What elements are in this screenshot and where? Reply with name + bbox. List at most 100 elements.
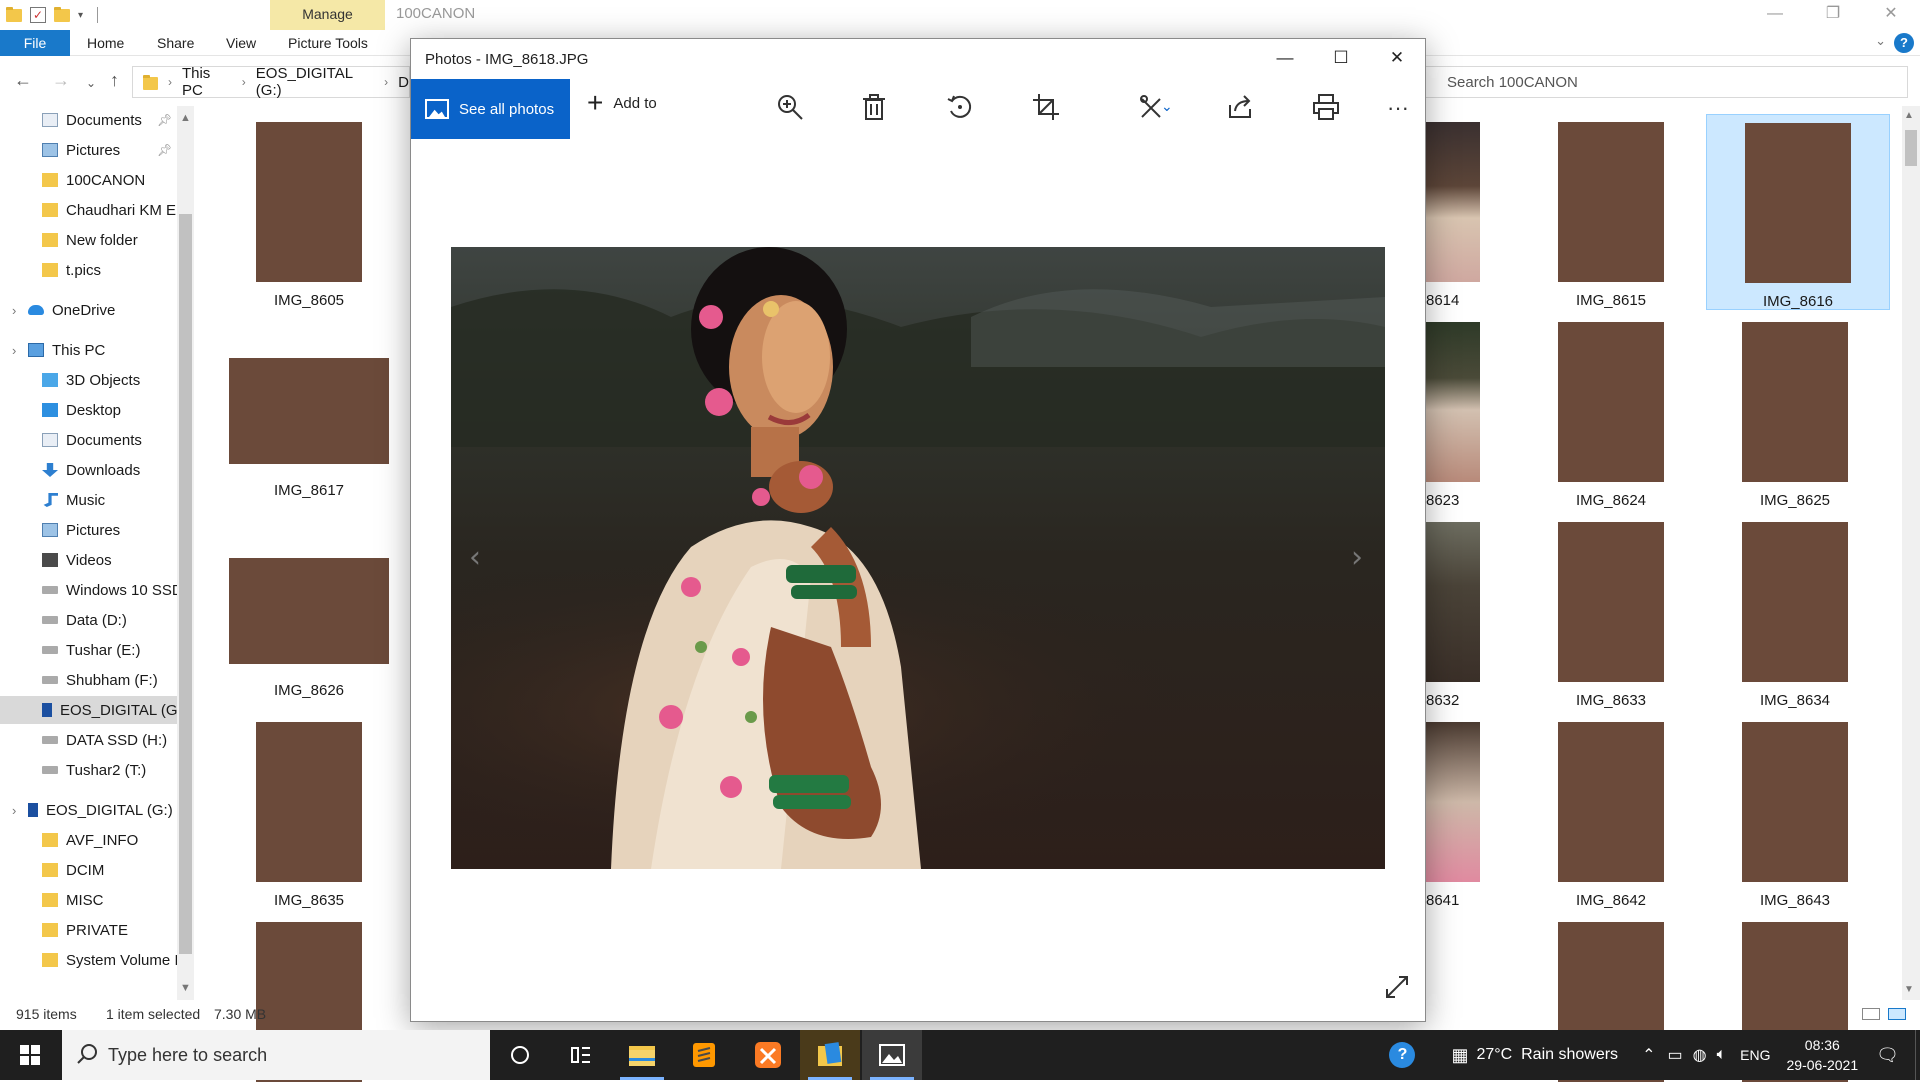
sidebar-item[interactable]: System Volume I — [0, 946, 178, 974]
customize-toolbar-icon[interactable]: ▾ — [78, 10, 83, 21]
file-explorer-active-icon[interactable] — [800, 1030, 860, 1080]
scroll-down-icon[interactable]: ▼ — [180, 982, 191, 994]
file-explorer-taskbar-icon[interactable] — [612, 1030, 672, 1080]
taskbar-search-input[interactable]: Type here to search — [62, 1030, 490, 1080]
sidebar-item[interactable]: Pictures — [0, 516, 178, 544]
help-tray-icon[interactable]: ? — [1389, 1042, 1416, 1068]
sidebar-item[interactable]: Documents 📌︎ — [0, 106, 178, 134]
task-view-icon[interactable] — [550, 1030, 610, 1080]
battery-icon[interactable]: ▭ — [1667, 1045, 1682, 1065]
zoom-icon[interactable] — [775, 93, 805, 123]
file-item[interactable]: IMG_8625 — [1710, 322, 1880, 509]
scroll-down-icon[interactable]: ▼ — [1904, 984, 1914, 995]
print-icon[interactable] — [1311, 93, 1341, 123]
sidebar-item[interactable]: Documents — [0, 426, 178, 454]
more-options-icon[interactable]: ··· — [1383, 93, 1413, 123]
show-hidden-icons-icon[interactable]: ⌃ — [1642, 1045, 1655, 1065]
sidebar-item[interactable]: t.pics — [0, 256, 178, 284]
chevron-right-icon[interactable]: › — [12, 803, 16, 818]
chevron-right-icon[interactable]: › — [12, 303, 16, 318]
start-button[interactable] — [0, 1030, 60, 1080]
sidebar-item[interactable]: Shubham (F:) — [0, 666, 178, 694]
rotate-icon[interactable] — [945, 93, 975, 123]
file-list-scrollbar[interactable] — [1902, 106, 1920, 1000]
share-icon[interactable] — [1225, 93, 1255, 123]
sidebar-item[interactable]: › This PC — [0, 336, 178, 364]
sidebar-item[interactable]: Tushar (E:) — [0, 636, 178, 664]
file-item[interactable]: IMG_8643 — [1710, 722, 1880, 909]
recent-locations-icon[interactable]: ⌄ — [86, 76, 96, 90]
sidebar-item[interactable]: Data (D:) — [0, 606, 178, 634]
sidebar-item[interactable]: Desktop — [0, 396, 178, 424]
edit-and-create-icon[interactable]: ⌄ — [1127, 93, 1177, 123]
close-icon[interactable]: ✕ — [1369, 39, 1425, 79]
volume-icon[interactable]: 🔈︎ — [1717, 1046, 1727, 1064]
expand-ribbon-icon[interactable]: ⌄ — [1875, 33, 1886, 49]
see-all-photos-button[interactable]: See all photos — [411, 79, 570, 139]
sidebar-item[interactable]: DATA SSD (H:) — [0, 726, 178, 754]
crop-icon[interactable] — [1031, 93, 1061, 123]
sidebar-item[interactable]: Videos — [0, 546, 178, 574]
tab-view[interactable]: View — [226, 30, 256, 56]
file-item[interactable]: IMG_8605 — [224, 122, 394, 309]
sidebar-item[interactable]: DCIM — [0, 856, 178, 884]
tab-picture-tools[interactable]: Picture Tools — [288, 30, 368, 56]
sidebar-item[interactable]: Chaudhari KM Er — [0, 196, 178, 224]
show-desktop-strip[interactable] — [1915, 1030, 1920, 1080]
restore-icon[interactable]: ❐ — [1804, 0, 1862, 30]
sidebar-item[interactable]: Windows 10 SSD — [0, 576, 178, 604]
file-item[interactable]: IMG_8642 — [1526, 722, 1696, 909]
weather-icon[interactable]: ▦ — [1451, 1045, 1468, 1066]
minimize-icon[interactable]: — — [1257, 39, 1313, 79]
sidebar-item[interactable]: PRIVATE — [0, 916, 178, 944]
back-arrow-icon[interactable]: ← — [14, 70, 32, 91]
breadcrumb-eos-digital[interactable]: EOS_DIGITAL (G:) — [256, 65, 374, 99]
notifications-icon[interactable]: 🗨︎ — [1876, 1045, 1899, 1066]
navigation-scroll-thumb[interactable] — [179, 214, 192, 954]
file-item[interactable]: IMG_8615 — [1526, 122, 1696, 309]
search-input[interactable]: Search 100CANON — [1410, 66, 1908, 98]
minimize-icon[interactable]: — — [1746, 0, 1804, 30]
forward-arrow-icon[interactable]: → — [52, 70, 70, 91]
tab-manage[interactable]: Manage — [270, 0, 385, 30]
file-item[interactable]: IMG_8616 — [1706, 114, 1890, 310]
language-indicator[interactable]: ENG — [1740, 1047, 1770, 1063]
add-to-button[interactable]: + Add to — [587, 89, 657, 117]
file-item[interactable]: IMG_8617 — [224, 322, 394, 499]
file-list-scroll-thumb[interactable] — [1905, 130, 1917, 166]
up-arrow-icon[interactable]: ↑ — [110, 70, 119, 91]
sidebar-item[interactable]: 3D Objects — [0, 366, 178, 394]
photo-image[interactable]: ‹ › — [451, 247, 1385, 869]
sidebar-item[interactable]: › EOS_DIGITAL (G:) — [0, 796, 178, 824]
expand-fullscreen-icon[interactable] — [1385, 975, 1409, 1005]
large-icons-view-icon[interactable] — [1888, 1008, 1906, 1020]
address-bar[interactable]: › This PC › EOS_DIGITAL (G:) › D — [132, 65, 410, 99]
clock[interactable]: 08:36 29-06-2021 — [1787, 1035, 1859, 1075]
properties-icon[interactable]: ✓ — [30, 7, 46, 23]
sidebar-item[interactable]: New folder — [0, 226, 178, 254]
file-item[interactable]: IMG_8634 — [1710, 522, 1880, 709]
sidebar-item[interactable]: Tushar2 (T:) — [0, 756, 178, 784]
sidebar-item[interactable]: Music — [0, 486, 178, 514]
sidebar-item[interactable]: › OneDrive — [0, 296, 178, 324]
tab-share[interactable]: Share — [157, 30, 194, 56]
weather-text[interactable]: 27°C Rain showers — [1476, 1046, 1618, 1064]
scroll-up-icon[interactable]: ▲ — [180, 112, 191, 124]
file-item[interactable]: IMG_8624 — [1526, 322, 1696, 509]
sidebar-item[interactable]: AVF_INFO — [0, 826, 178, 854]
network-icon[interactable]: ◍ — [1693, 1045, 1707, 1065]
file-item[interactable]: IMG_8626 — [224, 522, 394, 699]
file-item[interactable]: IMG_8635 — [224, 722, 394, 909]
sidebar-item[interactable]: EOS_DIGITAL (G: — [0, 696, 178, 724]
close-icon[interactable]: ✕ — [1862, 0, 1920, 30]
tab-home[interactable]: Home — [87, 30, 124, 56]
breadcrumb-dcim[interactable]: D — [398, 74, 409, 91]
chevron-right-icon[interactable]: › — [12, 343, 16, 358]
cortana-icon[interactable] — [490, 1030, 550, 1080]
breadcrumb-this-pc[interactable]: This PC — [182, 65, 232, 99]
tab-file[interactable]: File — [0, 30, 70, 56]
new-folder-icon[interactable] — [54, 6, 70, 22]
folder-icon[interactable] — [6, 6, 22, 22]
sidebar-item[interactable]: 100CANON — [0, 166, 178, 194]
delete-icon[interactable] — [859, 93, 889, 123]
